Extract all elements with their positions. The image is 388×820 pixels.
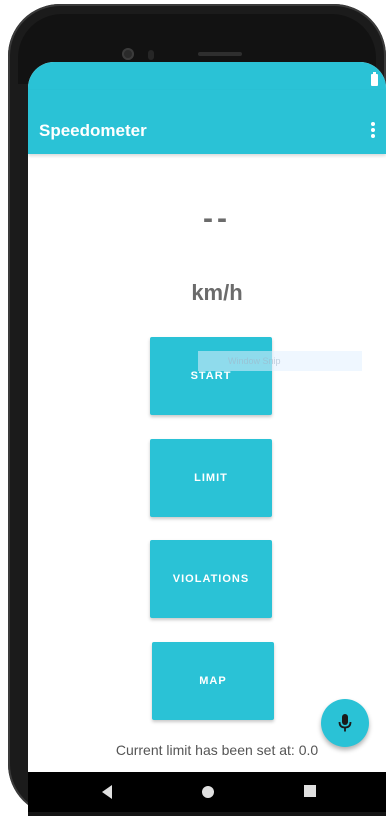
menu-dot — [371, 134, 375, 138]
microphone-icon — [338, 714, 352, 732]
violations-button[interactable]: VIOLATIONS — [150, 540, 272, 618]
window-snip-overlay: Window Snip — [198, 351, 362, 371]
current-limit-text: Current limit has been set at: 0.0 — [115, 742, 319, 758]
menu-dot — [371, 128, 375, 132]
speed-value: -- — [203, 202, 231, 235]
app-bar: Speedometer — [28, 90, 386, 154]
front-camera-icon — [122, 48, 134, 60]
more-vert-icon[interactable] — [370, 122, 376, 142]
battery-icon — [371, 72, 378, 86]
status-bar — [28, 62, 386, 90]
start-button[interactable]: START — [150, 337, 272, 415]
home-circle-icon[interactable] — [200, 784, 216, 800]
app-title: Speedometer — [39, 121, 147, 140]
proximity-sensor-icon — [148, 50, 154, 60]
earpiece-speaker-icon — [198, 52, 242, 56]
recents-square-icon[interactable] — [303, 784, 317, 798]
phone-bottom-chin — [28, 812, 386, 816]
voice-input-button[interactable] — [321, 699, 369, 747]
phone-frame: Speedometer -- km/h START Window Snip LI… — [8, 4, 386, 816]
map-button[interactable]: MAP — [152, 642, 274, 720]
speed-unit: km/h — [191, 280, 243, 305]
limit-button[interactable]: LIMIT — [150, 439, 272, 517]
back-triangle-icon[interactable] — [100, 784, 114, 800]
app-screen: Speedometer -- km/h START Window Snip LI… — [28, 62, 386, 772]
menu-dot — [371, 122, 375, 126]
android-nav-bar — [28, 772, 386, 812]
